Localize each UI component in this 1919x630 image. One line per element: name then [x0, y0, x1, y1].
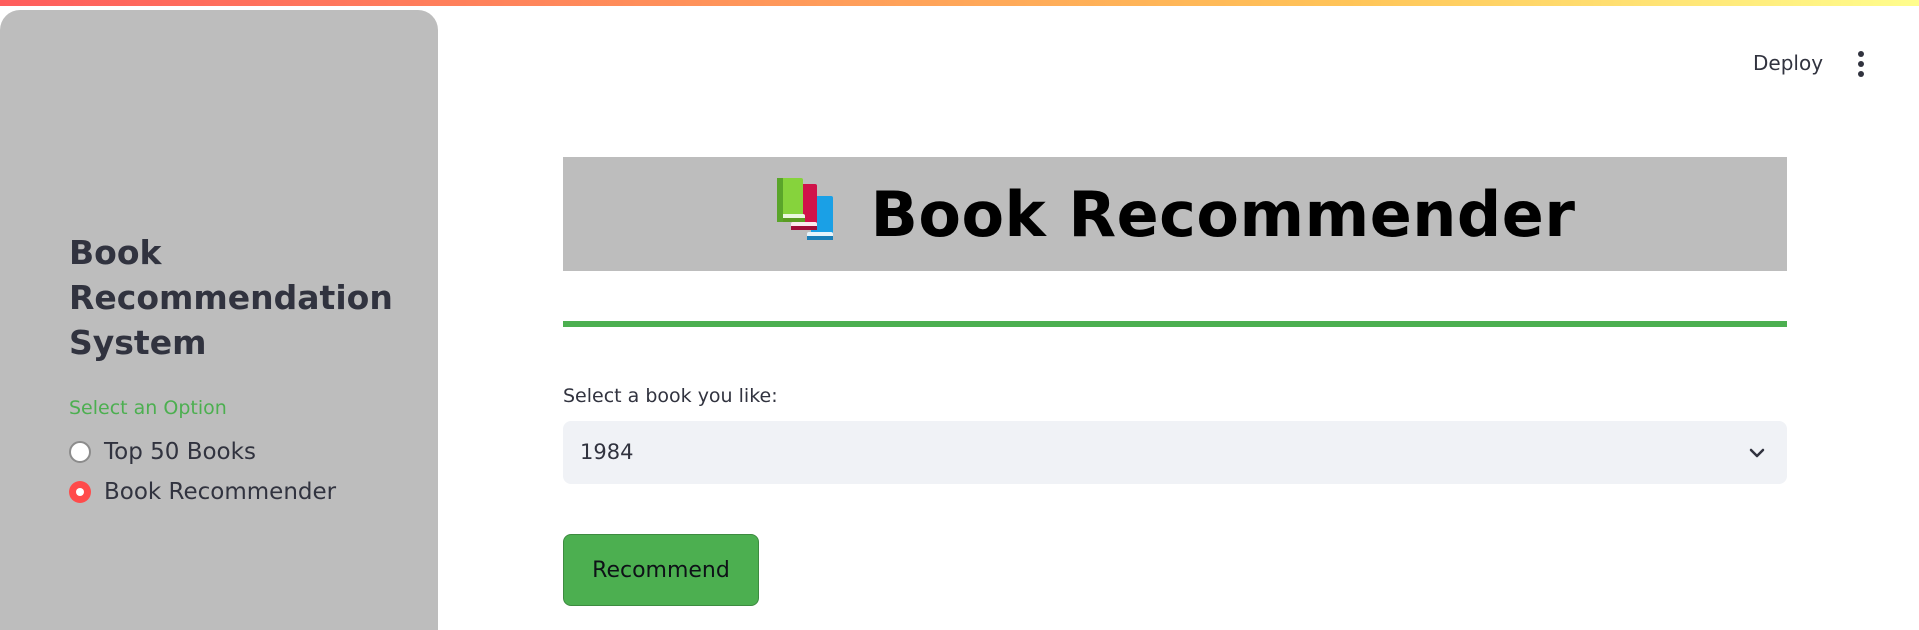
sidebar: Book Recommendation System Select an Opt… — [0, 10, 438, 630]
divider — [563, 321, 1787, 327]
radio-option-label: Book Recommender — [104, 479, 337, 505]
books-icon — [775, 176, 847, 248]
top-decoration-bar — [0, 0, 1919, 6]
title-banner: Book Recommender — [563, 157, 1787, 271]
chevron-down-icon[interactable] — [1747, 443, 1767, 463]
radio-option-book-recommender[interactable]: Book Recommender — [69, 479, 336, 505]
select-value: 1984 — [580, 440, 634, 464]
page-title: Book Recommender — [870, 177, 1576, 251]
select-book-label: Select a book you like: — [563, 385, 778, 407]
radio-selected-icon[interactable] — [69, 481, 91, 503]
option-label: Select an Option — [69, 397, 227, 419]
kebab-vertical-icon[interactable] — [1851, 49, 1871, 79]
book-select-dropdown[interactable]: 1984 — [563, 421, 1787, 484]
radio-option-label: Top 50 Books — [104, 439, 256, 465]
deploy-button[interactable]: Deploy — [1753, 51, 1823, 75]
radio-unselected-icon[interactable] — [69, 441, 91, 463]
sidebar-title: Book Recommendation System — [69, 233, 393, 362]
recommend-button[interactable]: Recommend — [563, 534, 759, 606]
radio-option-top-50-books[interactable]: Top 50 Books — [69, 439, 256, 465]
